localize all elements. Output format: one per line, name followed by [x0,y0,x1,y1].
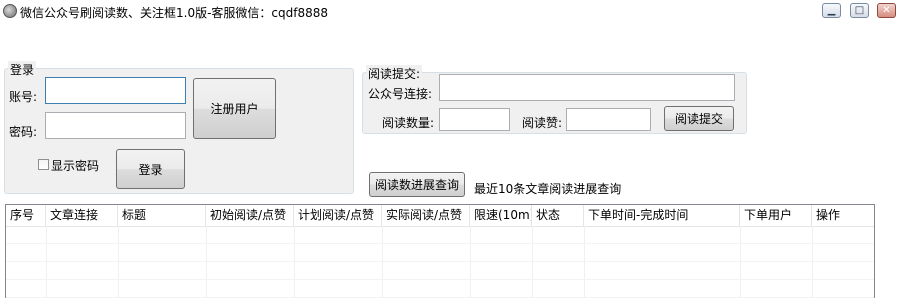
login-group-title: 登录 [8,61,37,78]
maximize-button[interactable]: □ [850,3,869,18]
order-list-table[interactable]: 序号 文章连接 标题 初始阅读/点赞 计划阅读/点赞 实际阅读/点赞 限速(10… [5,204,875,298]
title-bar: 微信公众号刷阅读数、关注框1.0版-客服微信：cqdf8888 ▁ □ ✕ [0,0,900,24]
maximize-icon: □ [854,4,865,16]
read-submit-button[interactable]: 阅读提交 [664,106,734,131]
column-header-actions[interactable]: 操作 [812,205,874,226]
gear-icon [3,4,17,18]
column-divider [294,226,295,298]
password-input[interactable] [45,112,186,139]
show-password-checkbox[interactable] [38,159,49,170]
column-header-initial-reads[interactable]: 初始阅读/点赞 [206,205,294,226]
column-divider [206,226,207,298]
progress-query-button[interactable]: 阅读数进展查询 [369,172,465,197]
show-password-label: 显示密码 [51,159,100,173]
minimize-button[interactable]: ▁ [822,3,841,18]
progress-description: 最近10条文章阅读进展查询 [474,182,622,196]
column-header-index[interactable]: 序号 [6,205,46,226]
column-header-order-time[interactable]: 下单时间-完成时间 [584,205,740,226]
minimize-icon: ▁ [827,4,836,16]
column-divider [812,226,813,298]
column-divider [470,226,471,298]
column-header-actual-reads[interactable]: 实际阅读/点赞 [382,205,470,226]
column-divider [382,226,383,298]
likes-input[interactable] [566,108,651,131]
column-header-title[interactable]: 标题 [118,205,206,226]
article-link-input[interactable] [439,74,735,101]
column-header-article-link[interactable]: 文章连接 [46,205,118,226]
window-title: 微信公众号刷阅读数、关注框1.0版-客服微信：cqdf8888 [20,6,329,20]
password-label: 密码: [9,125,38,139]
close-icon: ✕ [882,4,891,16]
read-count-label: 阅读数量: [382,116,435,130]
row-divider [6,261,874,262]
account-input[interactable] [45,77,186,104]
column-divider [740,226,741,298]
column-divider [46,226,47,298]
read-count-input[interactable] [439,108,510,131]
column-header-rate-limit[interactable]: 限速(10m) [470,205,532,226]
row-divider [6,279,874,280]
close-button[interactable]: ✕ [877,3,896,18]
column-divider [532,226,533,298]
article-link-label: 公众号连接: [368,87,433,101]
read-submit-group-title: 阅读提交: [366,65,423,82]
login-button[interactable]: 登录 [116,149,185,189]
row-divider [6,243,874,244]
column-header-order-user[interactable]: 下单用户 [740,205,812,226]
column-header-status[interactable]: 状态 [532,205,584,226]
column-divider [118,226,119,298]
register-button[interactable]: 注册用户 [193,78,276,139]
account-label: 账号: [9,90,38,104]
table-header: 序号 文章连接 标题 初始阅读/点赞 计划阅读/点赞 实际阅读/点赞 限速(10… [6,205,874,227]
column-divider [584,226,585,298]
column-header-planned-reads[interactable]: 计划阅读/点赞 [294,205,382,226]
likes-label: 阅读赞: [522,116,563,130]
